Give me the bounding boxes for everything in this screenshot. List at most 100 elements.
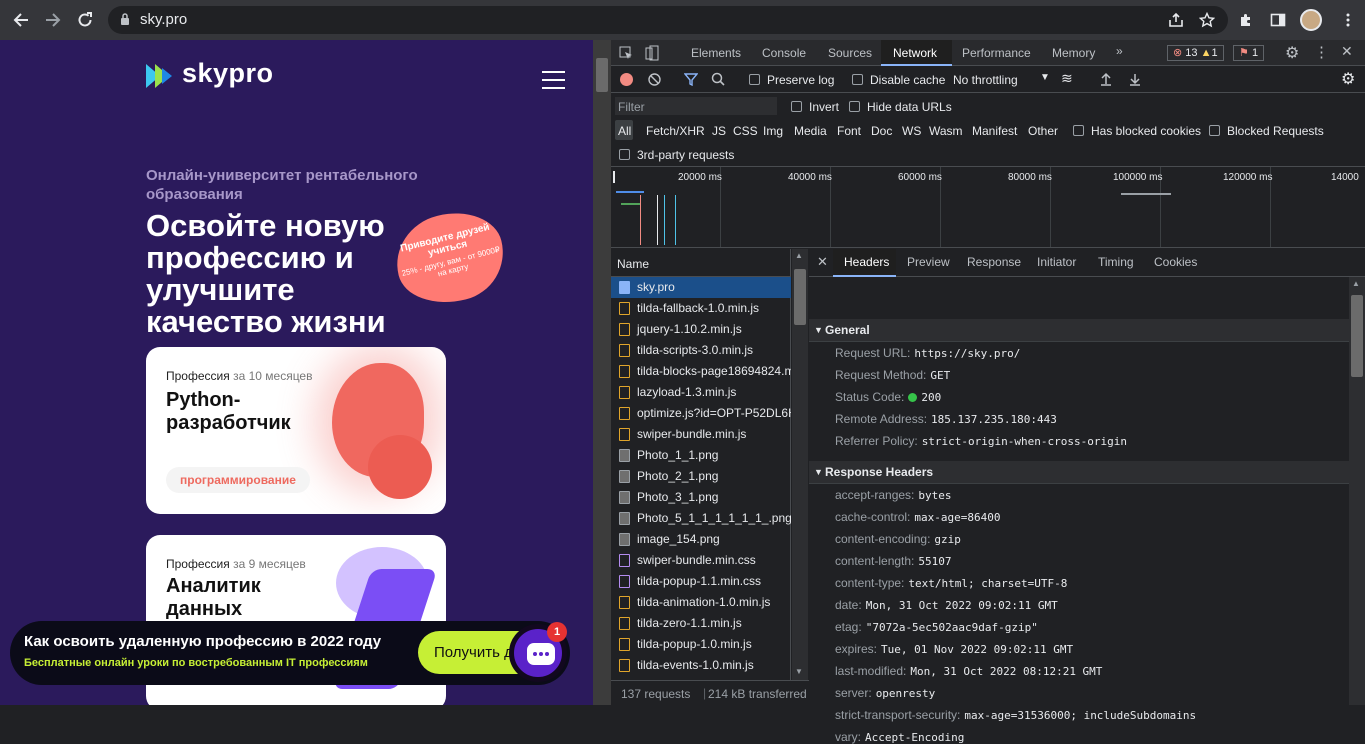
profile-avatar[interactable] <box>1300 9 1322 31</box>
request-row[interactable]: tilda-zero-1.1.min.js <box>611 613 791 634</box>
hide-data-urls-checkbox[interactable] <box>849 101 860 112</box>
name-column-header[interactable]: Name <box>611 249 791 277</box>
tab-sources[interactable]: Sources <box>828 46 872 60</box>
export-har-icon[interactable] <box>1129 72 1141 86</box>
scroll-up-arrow-icon[interactable]: ▲ <box>795 251 803 260</box>
inspect-element-icon[interactable] <box>619 46 633 60</box>
reload-button[interactable] <box>73 8 97 32</box>
header-key: Request URL: <box>835 346 911 360</box>
detail-scrollbar[interactable]: ▲ <box>1349 277 1365 705</box>
request-row[interactable]: optimize.js?id=OPT-P52DL6H <box>611 403 791 424</box>
request-row[interactable]: swiper-bundle.min.css <box>611 550 791 571</box>
scroll-up-arrow-icon[interactable]: ▲ <box>1352 279 1360 288</box>
more-tabs-button[interactable]: » <box>1116 44 1123 58</box>
hamburger-menu-icon[interactable] <box>542 71 565 95</box>
tab-timing[interactable]: Timing <box>1098 255 1134 269</box>
network-timeline-overview[interactable]: 20000 ms 40000 ms 60000 ms 80000 ms 1000… <box>611 166 1365 248</box>
import-har-icon[interactable] <box>1100 72 1112 86</box>
tab-preview[interactable]: Preview <box>907 255 950 269</box>
request-row[interactable]: tilda-animation-1.0.min.js <box>611 592 791 613</box>
request-row[interactable]: Photo_2_1.png <box>611 466 791 487</box>
search-icon[interactable] <box>711 72 725 86</box>
request-row[interactable]: image_154.png <box>611 529 791 550</box>
close-devtools-icon[interactable]: ✕ <box>1341 43 1353 60</box>
disable-cache-checkbox[interactable] <box>852 74 863 85</box>
request-list-scrollbar[interactable]: ▲ ▼ <box>792 249 808 680</box>
network-conditions-icon[interactable]: ≋ <box>1061 70 1073 87</box>
tab-network[interactable]: Network <box>893 46 937 60</box>
type-filter-manifest[interactable]: Manifest <box>972 124 1017 138</box>
blocked-requests-checkbox[interactable] <box>1209 125 1220 136</box>
scrollbar-thumb[interactable] <box>794 269 806 325</box>
type-filter-font[interactable]: Font <box>837 124 861 138</box>
tab-cookies[interactable]: Cookies <box>1154 255 1197 269</box>
share-button[interactable] <box>1164 8 1188 32</box>
address-bar[interactable]: sky.pro <box>108 6 1228 34</box>
general-section-header[interactable]: ▼ General <box>809 319 1349 342</box>
device-toolbar-icon[interactable] <box>645 45 659 61</box>
site-logo-text[interactable]: skypro <box>182 58 274 89</box>
request-row[interactable]: tilda-blocks-page18694824.m <box>611 361 791 382</box>
tab-console[interactable]: Console <box>762 46 806 60</box>
request-row[interactable]: Photo_1_1.png <box>611 445 791 466</box>
tab-headers[interactable]: Headers <box>844 255 889 269</box>
type-filter-img[interactable]: Img <box>763 124 783 138</box>
request-row[interactable]: Photo_5_1_1_1_1_1_1_.png <box>611 508 791 529</box>
request-row[interactable]: tilda-fallback-1.0.min.js <box>611 298 791 319</box>
request-row[interactable]: Photo_3_1.png <box>611 487 791 508</box>
timeline-handle[interactable] <box>613 171 615 183</box>
tab-performance[interactable]: Performance <box>962 46 1031 60</box>
type-filter-ws[interactable]: WS <box>902 124 921 138</box>
scrollbar-thumb[interactable] <box>596 58 608 92</box>
scrollbar-thumb[interactable] <box>1351 295 1363 377</box>
request-row[interactable]: jquery-1.10.2.min.js <box>611 319 791 340</box>
type-filter-media[interactable]: Media <box>794 124 827 138</box>
request-row[interactable]: tilda-scripts-3.0.min.js <box>611 340 791 361</box>
bookmark-button[interactable] <box>1195 8 1219 32</box>
course-tag[interactable]: программирование <box>166 467 310 493</box>
page-scrollbar[interactable] <box>593 40 611 705</box>
request-row[interactable]: tilda-popup-1.1.min.css <box>611 571 791 592</box>
record-stop-icon[interactable] <box>620 73 633 86</box>
side-panel-button[interactable] <box>1266 8 1290 32</box>
type-filter-other[interactable]: Other <box>1028 124 1058 138</box>
throttling-select[interactable]: No throttling <box>953 73 1018 87</box>
issues-count[interactable]: ⚑ 1 <box>1233 45 1265 61</box>
request-row[interactable]: tilda-events-1.0.min.js <box>611 655 791 676</box>
blocked-cookies-checkbox[interactable] <box>1073 125 1084 136</box>
tab-elements[interactable]: Elements <box>691 46 741 60</box>
more-options-icon[interactable]: ⋮ <box>1314 43 1329 61</box>
header-value: 200 <box>921 391 942 404</box>
type-filter-wasm[interactable]: Wasm <box>929 124 963 138</box>
type-filter-all[interactable]: All <box>618 124 631 138</box>
console-counts[interactable]: ⊗ 13 ▲1 <box>1167 45 1224 61</box>
type-filter-doc[interactable]: Doc <box>871 124 892 138</box>
extensions-button[interactable] <box>1234 8 1258 32</box>
request-row[interactable]: tilda-popup-1.0.min.js <box>611 634 791 655</box>
course-card-python[interactable]: Профессия за 10 месяцев Python-разработч… <box>146 347 446 514</box>
network-settings-gear-icon[interactable]: ⚙ <box>1341 69 1355 89</box>
type-filter-js[interactable]: JS <box>712 124 726 138</box>
promo-banner[interactable]: Как освоить удаленную профессию в 2022 г… <box>10 621 570 685</box>
tab-initiator[interactable]: Initiator <box>1037 255 1076 269</box>
preserve-log-checkbox[interactable] <box>749 74 760 85</box>
clear-icon[interactable] <box>648 73 661 86</box>
request-row[interactable]: sky.pro <box>611 277 791 298</box>
scroll-down-arrow-icon[interactable]: ▼ <box>795 667 803 676</box>
settings-gear-icon[interactable]: ⚙ <box>1285 43 1299 63</box>
filter-funnel-icon[interactable] <box>684 73 698 86</box>
response-headers-section-header[interactable]: ▼ Response Headers <box>809 461 1349 484</box>
back-button[interactable] <box>9 8 33 32</box>
browser-menu-button[interactable] <box>1336 8 1360 32</box>
type-filter-css[interactable]: CSS <box>733 124 758 138</box>
invert-checkbox[interactable] <box>791 101 802 112</box>
request-row[interactable]: swiper-bundle.min.js <box>611 424 791 445</box>
request-row[interactable]: lazyload-1.3.min.js <box>611 382 791 403</box>
tab-memory[interactable]: Memory <box>1052 46 1095 60</box>
tab-response[interactable]: Response <box>967 255 1021 269</box>
close-detail-icon[interactable]: ✕ <box>817 254 828 270</box>
header-row: content-length: 55107 <box>835 554 952 568</box>
third-party-checkbox[interactable] <box>619 149 630 160</box>
type-filter-fetch-xhr[interactable]: Fetch/XHR <box>646 124 705 138</box>
forward-button[interactable] <box>41 8 65 32</box>
